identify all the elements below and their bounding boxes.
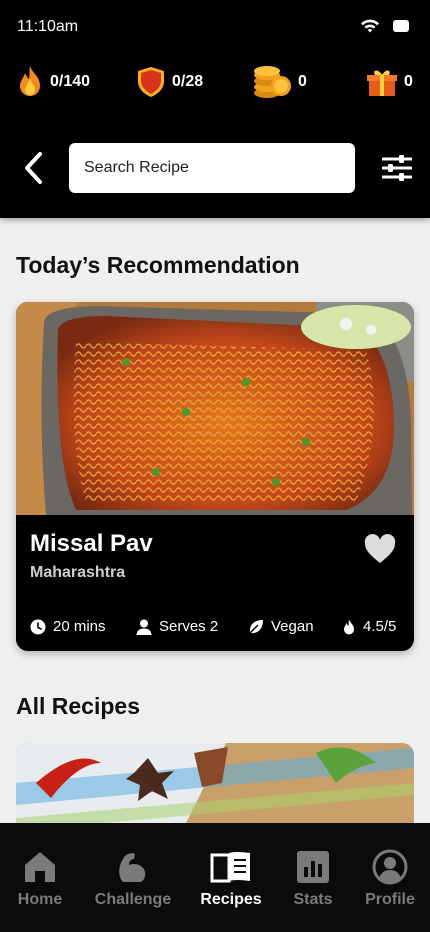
stats-icon xyxy=(297,851,329,883)
recipe-meta: 20 mins Serves 2 Vegan 4.5/5 xyxy=(30,618,400,638)
search-placeholder: Search Recipe xyxy=(84,159,189,176)
recipe-title: Missal Pav xyxy=(30,530,153,557)
flame-icon xyxy=(20,66,40,96)
shield-stat[interactable]: 0/28 xyxy=(136,64,203,100)
coins-icon xyxy=(254,66,291,98)
nav-challenge[interactable]: Challenge xyxy=(90,849,176,909)
recipe-diet: Vegan xyxy=(271,618,314,635)
shield-stat-value: 0/28 xyxy=(172,73,204,90)
muscle-icon xyxy=(119,853,146,882)
recommendation-card[interactable]: Missal Pav Maharashtra 20 mins Serves 2 … xyxy=(16,302,414,651)
flame-stat-value: 0/140 xyxy=(50,73,91,90)
book-icon xyxy=(210,852,250,883)
recipe-time: 20 mins xyxy=(53,618,106,635)
stats-row: 0/140 0/28 0 0 xyxy=(16,64,413,100)
gift-icon xyxy=(367,70,397,96)
nav-stats-label: Stats xyxy=(293,891,333,908)
recipe-serves: Serves 2 xyxy=(159,618,219,635)
wifi-icon xyxy=(361,19,379,33)
search-input[interactable]: Search Recipe xyxy=(69,143,355,193)
nav-home-label: Home xyxy=(17,891,63,908)
battery-icon xyxy=(393,20,409,32)
coins-stat[interactable]: 0 xyxy=(252,64,307,100)
leaf-icon xyxy=(249,619,263,633)
nav-recipes[interactable]: Recipes xyxy=(188,849,274,909)
nav-recipes-label: Recipes xyxy=(200,891,262,908)
nav-stats[interactable]: Stats xyxy=(270,849,356,909)
gift-stat-value: 0 xyxy=(404,73,413,90)
clock-icon xyxy=(30,619,46,634)
top-header: 11:10am 0/140 0/28 0 0 Search Recipe xyxy=(0,0,430,218)
shield-icon xyxy=(138,67,164,97)
gift-stat[interactable]: 0 xyxy=(366,64,413,100)
back-arrow-icon[interactable] xyxy=(20,151,48,185)
nav-profile[interactable]: Profile xyxy=(347,849,430,909)
person-icon xyxy=(136,619,152,635)
recommendation-heading: Today’s Recommendation xyxy=(16,252,300,278)
status-bar: 11:10am xyxy=(17,18,410,40)
recipe-region: Maharashtra xyxy=(30,564,126,581)
search-row: Search Recipe xyxy=(0,143,430,193)
filter-sliders-icon[interactable] xyxy=(382,153,412,183)
all-recipes-heading: All Recipes xyxy=(16,693,140,719)
nav-profile-label: Profile xyxy=(365,891,415,908)
flame-small-icon xyxy=(344,619,354,634)
nav-home[interactable]: Home xyxy=(0,849,83,909)
recipe-photo xyxy=(16,302,414,515)
heart-icon[interactable] xyxy=(364,534,396,564)
nav-challenge-label: Challenge xyxy=(94,891,172,908)
status-time: 11:10am xyxy=(17,18,79,35)
flame-stat[interactable]: 0/140 xyxy=(16,64,90,100)
coins-stat-value: 0 xyxy=(298,73,307,90)
recipe-rating: 4.5/5 xyxy=(363,618,397,635)
home-icon xyxy=(25,852,55,882)
profile-icon xyxy=(372,849,408,885)
bottom-navigation: Home Challenge Recipes Stats Profile xyxy=(0,823,430,932)
